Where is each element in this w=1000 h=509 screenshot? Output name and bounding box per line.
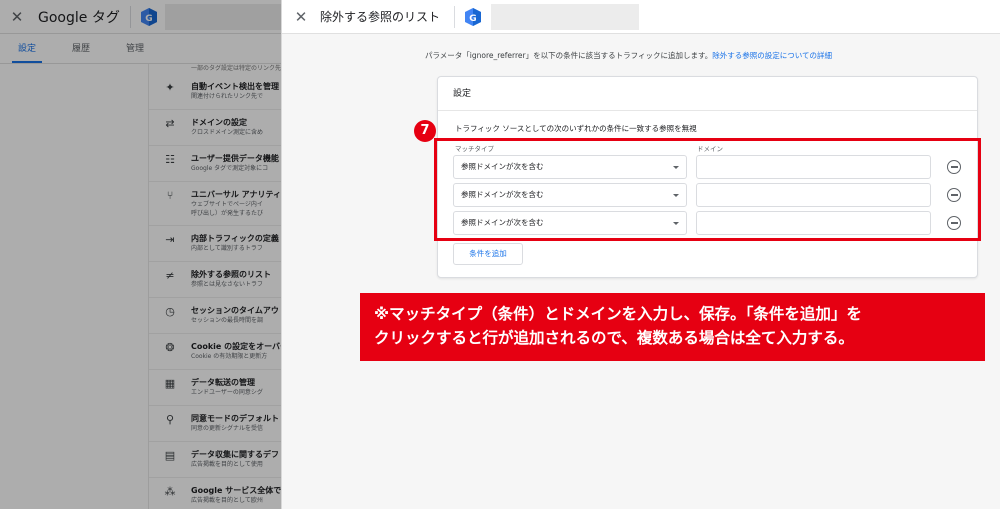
highlight-frame [434, 138, 981, 241]
card-title: 設定 [438, 77, 977, 111]
panel-header: ✕ 除外する参照のリスト G [282, 0, 1000, 34]
google-tag-icon: G [465, 7, 482, 26]
header-divider [454, 5, 456, 28]
intro-text: パラメータ「ignore_referrer」を以下の条件に該当するトラフィックに… [425, 51, 713, 60]
panel-intro: パラメータ「ignore_referrer」を以下の条件に該当するトラフィックに… [425, 50, 832, 61]
callout-line-1: ※マッチタイプ（条件）とドメインを入力し、保存。「条件を追加」を [374, 305, 862, 323]
svg-text:G: G [469, 14, 476, 24]
close-icon[interactable]: ✕ [282, 8, 320, 26]
modal-dim-overlay[interactable] [0, 0, 281, 509]
exclude-referrals-panel: ✕ 除外する参照のリスト G パラメータ「ignore_referrer」を以下… [281, 0, 1000, 509]
tag-id-box [491, 3, 640, 30]
panel-title: 除外する参照のリスト [320, 10, 441, 24]
instruction-callout: ※マッチタイプ（条件）とドメインを入力し、保存。「条件を追加」を クリックすると… [360, 293, 985, 361]
learn-more-link[interactable]: 除外する参照の設定についての詳細 [712, 51, 832, 60]
card-subtitle: トラフィック ソースとしての次のいずれかの条件に一致する参照を無視 [455, 124, 697, 133]
callout-line-2: クリックすると行が追加されるので、複数ある場合は全て入力する。 [374, 329, 854, 347]
add-condition-button[interactable]: 条件を追加 [453, 243, 523, 265]
step-number-badge: 7 [414, 120, 436, 142]
